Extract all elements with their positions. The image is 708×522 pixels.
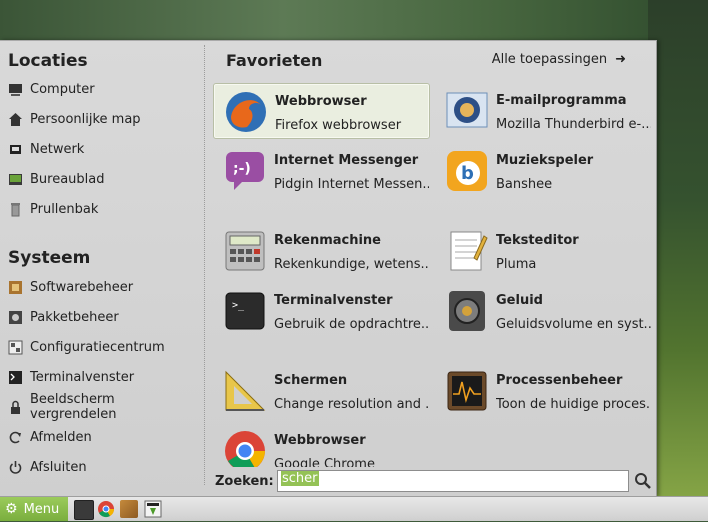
menu-sidebar: Locaties Computer Persoonlijke map Netwe… — [0, 41, 204, 497]
favorites-panel: Favorieten Alle toepassingen ➜ Webbrowse… — [205, 41, 656, 497]
sidebar-item-trash[interactable]: Prullenbak — [8, 198, 98, 220]
power-icon — [8, 460, 23, 475]
svg-text:;-): ;-) — [233, 161, 251, 177]
logout-icon — [8, 430, 23, 445]
app-banshee[interactable]: b Muziekspeler Banshee — [435, 143, 650, 197]
chrome-launcher-icon[interactable] — [97, 500, 115, 518]
network-icon — [8, 142, 23, 157]
arrow-right-icon: ➜ — [615, 52, 626, 67]
show-desktop-icon[interactable] — [74, 500, 94, 520]
control-center-icon — [8, 340, 23, 355]
app-text-editor[interactable]: Teksteditor Pluma — [435, 223, 650, 277]
file-manager-launcher-icon[interactable] — [120, 500, 138, 518]
app-chrome[interactable]: Webbrowser Google Chrome — [213, 423, 428, 467]
sidebar-item-network[interactable]: Netwerk — [8, 138, 84, 160]
calculator-icon — [222, 228, 268, 274]
trash-icon — [8, 202, 23, 217]
search-input[interactable]: scher — [277, 470, 629, 492]
sidebar-item-desktop[interactable]: Bureaublad — [8, 168, 105, 190]
system-monitor-icon — [444, 368, 490, 414]
all-applications-button[interactable]: Alle toepassingen ➜ — [492, 52, 626, 67]
app-terminal[interactable]: >_ Terminalvenster Gebruik de opdrachtre… — [213, 283, 429, 337]
sidebar-item-home[interactable]: Persoonlijke map — [8, 108, 141, 130]
home-icon — [8, 112, 23, 127]
svg-text:b: b — [461, 163, 474, 184]
sidebar-item-control-center[interactable]: Configuratiecentrum — [8, 336, 165, 358]
desktop-background — [0, 0, 708, 40]
menu-button[interactable]: ⚙ Menu — [0, 497, 68, 521]
app-system-monitor[interactable]: Processenbeheer Toon de huidige proces..… — [435, 363, 651, 417]
terminal-icon — [8, 370, 23, 385]
sidebar-item-logout[interactable]: Afmelden — [8, 426, 92, 448]
application-menu: Locaties Computer Persoonlijke map Netwe… — [0, 40, 657, 497]
search-icon[interactable] — [633, 471, 653, 491]
system-title: Systeem — [8, 248, 91, 268]
display-settings-icon — [222, 368, 268, 414]
sidebar-item-software-manager[interactable]: Softwarebeheer — [8, 276, 133, 298]
chrome-icon — [222, 428, 268, 467]
taskbar: ⚙ Menu — [0, 496, 708, 521]
software-manager-icon — [8, 280, 23, 295]
app-thunderbird[interactable]: E-mailprogramma Mozilla Thunderbird e-..… — [435, 83, 651, 137]
search-bar: Zoeken: scher — [215, 469, 655, 495]
news-launcher-icon[interactable] — [144, 500, 162, 518]
sidebar-item-package-manager[interactable]: Pakketbeheer — [8, 306, 119, 328]
sidebar-item-terminal[interactable]: Terminalvenster — [8, 366, 134, 388]
search-label: Zoeken: — [215, 474, 274, 489]
banshee-icon: b — [444, 148, 490, 194]
desktop-icon — [8, 172, 23, 187]
app-calculator[interactable]: Rekenmachine Rekenkundige, wetens... — [213, 223, 429, 277]
app-displays[interactable]: Schermen Change resolution and ... — [213, 363, 429, 417]
pidgin-icon: ;-) — [222, 148, 268, 194]
terminal-icon: >_ — [222, 288, 268, 334]
speaker-icon — [444, 288, 490, 334]
firefox-icon — [223, 89, 269, 135]
app-firefox[interactable]: Webbrowser Firefox webbrowser — [213, 83, 430, 139]
locations-title: Locaties — [8, 51, 88, 71]
svg-text:>_: >_ — [232, 300, 245, 311]
text-editor-icon — [444, 228, 490, 274]
sidebar-item-shutdown[interactable]: Afsluiten — [8, 456, 87, 478]
package-manager-icon — [8, 310, 23, 325]
lock-icon — [8, 400, 23, 415]
app-sound[interactable]: Geluid Geluidsvolume en syst... — [435, 283, 651, 337]
sidebar-item-computer[interactable]: Computer — [8, 78, 95, 100]
desktop-scenery — [648, 0, 708, 500]
gear-icon: ⚙ — [5, 501, 18, 517]
favorites-title: Favorieten — [226, 51, 323, 70]
computer-icon — [8, 82, 23, 97]
sidebar-item-lock-screen[interactable]: Beeldscherm vergrendelen — [8, 392, 204, 422]
app-pidgin[interactable]: ;-) Internet Messenger Pidgin Internet M… — [213, 143, 429, 197]
thunderbird-icon — [444, 88, 490, 134]
